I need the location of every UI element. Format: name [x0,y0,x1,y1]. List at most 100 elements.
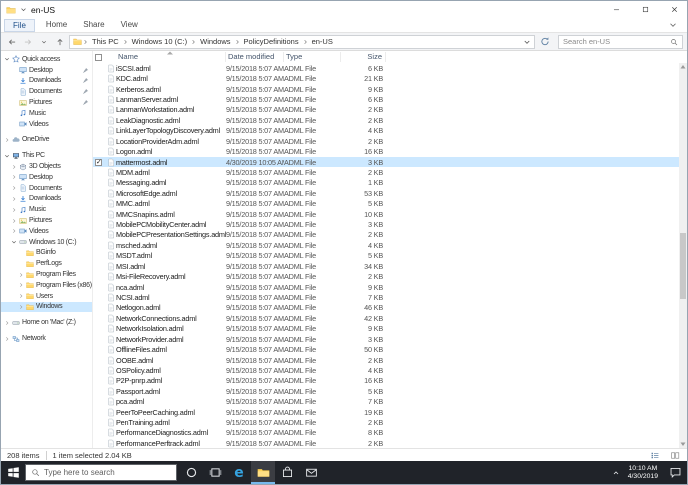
breadcrumb-item-en-us[interactable]: en-US [309,37,336,46]
file-row-pentraining-adml[interactable]: PenTraining.adml 9/15/2018 5:07 AM ADML Fi… [93,417,687,427]
file-row-networkisolation-adml[interactable]: NetworkIsolation.adml 9/15/2018 5:07 AM AD… [93,324,687,334]
address-dropdown-icon[interactable] [523,38,531,46]
large-icons-view-button[interactable] [669,450,681,461]
file-row-msched-adml[interactable]: msched.adml 9/15/2018 5:07 AM ADML File 4 K… [93,240,687,250]
file-row-mdm-adml[interactable]: MDM.adml 9/15/2018 5:07 AM ADML File 2 KB [93,167,687,177]
cortana-button[interactable] [179,461,203,484]
nav-item-downloads[interactable]: Downloads [1,194,92,205]
nav-item-this-pc[interactable]: This PC [1,150,92,161]
taskbar-clock[interactable]: 10:10 AM 4/30/2019 [623,465,663,481]
breadcrumb-separator-icon[interactable] [302,38,309,46]
file-row-microsoftedge-adml[interactable]: MicrosoftEdge.adml 9/15/2018 5:07 AM ADML … [93,188,687,198]
breadcrumb-item-policydefinitions[interactable]: PolicyDefinitions [241,37,302,46]
nav-item-perflogs[interactable]: PerfLogs [1,258,92,269]
file-row-msi-filerecovery-adml[interactable]: Msi-FileRecovery.adml 9/15/2018 5:07 AM AD… [93,271,687,281]
nav-item-documents[interactable]: Documents [1,183,92,194]
nav-item-music[interactable]: Music [1,204,92,215]
file-row-msdt-adml[interactable]: MSDT.adml 9/15/2018 5:07 AM ADML File 5 KB [93,251,687,261]
address-bar[interactable]: This PC Windows 10 (C:) Windows PolicyDefin… [69,34,535,49]
nav-item-home-on-mac-z[interactable]: Home on 'Mac' (Z:) [1,317,92,328]
nav-item-documents[interactable]: Documents [1,86,92,97]
details-view-button[interactable] [649,450,661,461]
file-row-messaging-adml[interactable]: Messaging.adml 9/15/2018 5:07 AM ADML File… [93,178,687,188]
expander-icon[interactable] [18,272,24,278]
column-header-size[interactable]: Size [341,52,386,62]
nav-item-music[interactable]: Music [1,108,92,119]
expand-ribbon-icon[interactable] [666,20,680,30]
file-row-mmc-adml[interactable]: MMC.adml 9/15/2018 5:07 AM ADML File 5 KB [93,198,687,208]
mail-button[interactable] [299,461,323,484]
scroll-down-icon[interactable] [679,440,687,448]
action-center-button[interactable] [663,461,687,484]
file-row-networkprovider-adml[interactable]: NetworkProvider.adml 9/15/2018 5:07 AM ADM… [93,334,687,344]
expander-icon[interactable] [11,218,17,224]
breadcrumb-item-windows[interactable]: Windows [197,37,233,46]
file-row-performancediagnostics-adml[interactable]: PerformanceDiagnostics.adml 9/15/2018 5:0… [93,428,687,438]
file-row-mattermost-adml[interactable]: mattermost.adml 4/30/2019 10:05 AMADML Fi… [93,156,687,168]
file-row-peertopeercaching-adml[interactable]: PeerToPeerCaching.adml 9/15/2018 5:07 AM A… [93,407,687,417]
file-row-nca-adml[interactable]: nca.adml 9/15/2018 5:07 AM ADML File 9 KB [93,282,687,292]
expander-icon[interactable] [11,174,17,180]
expander-icon[interactable] [11,196,17,202]
nav-item-network[interactable]: Network [1,333,92,344]
file-row-locationprovideradm-adml[interactable]: LocationProviderAdm.adml 9/15/2018 5:07 A… [93,136,687,146]
breadcrumb-item-this-pc[interactable]: This PC [89,37,122,46]
recent-locations-icon[interactable] [37,35,51,49]
breadcrumb-separator-icon[interactable] [234,38,241,46]
taskbar-search[interactable]: Type here to search [25,464,177,481]
task-view-button[interactable] [203,461,227,484]
nav-item-desktop[interactable]: Desktop [1,65,92,76]
file-row-passport-adml[interactable]: Passport.adml 9/15/2018 5:07 AM ADML File 5… [93,386,687,396]
file-row-pca-adml[interactable]: pca.adml 9/15/2018 5:07 AM ADML File 7 KB [93,397,687,407]
expander-icon[interactable] [11,164,17,170]
column-header-type[interactable]: Type [284,52,341,62]
expander-icon[interactable] [11,207,17,213]
nav-item-program-files-x86[interactable]: Program Files (x86) [1,280,92,291]
nav-item-windows[interactable]: Windows [1,301,92,313]
file-row-ncsi-adml[interactable]: NCSI.adml 9/15/2018 5:07 AM ADML File 7 KB [93,292,687,302]
file-row-performanceperftrack-adml[interactable]: PerformancePerftrack.adml 9/15/2018 5:07 … [93,438,687,448]
checkbox-checked[interactable] [95,158,102,166]
breadcrumb-item-windows-10-c[interactable]: Windows 10 (C:) [129,37,190,46]
nav-item-desktop[interactable]: Desktop [1,172,92,183]
expander-icon[interactable] [11,228,17,234]
tab-view[interactable]: View [113,19,146,32]
close-button[interactable] [662,1,687,18]
minimize-button[interactable] [604,1,629,18]
expander-icon[interactable] [4,336,10,342]
quick-access-toolbar-chevron-icon[interactable] [20,6,27,13]
file-row-logon-adml[interactable]: Logon.adml 9/15/2018 5:07 AM ADML File 16 K… [93,146,687,156]
expander-icon[interactable] [18,304,24,310]
up-button[interactable] [53,35,67,49]
start-button[interactable] [1,461,25,484]
file-row-kerberos-adml[interactable]: Kerberos.adml 9/15/2018 5:07 AM ADML File 9… [93,84,687,94]
tab-file[interactable]: File [4,18,35,32]
search-box[interactable]: Search en-US [558,34,683,49]
nav-item-program-files[interactable]: Program Files [1,269,92,280]
file-row-msi-adml[interactable]: MSI.adml 9/15/2018 5:07 AM ADML File 34 KB [93,261,687,271]
expander-icon[interactable] [4,137,10,143]
file-row-kdc-adml[interactable]: KDC.adml 9/15/2018 5:07 AM ADML File 21 KB [93,73,687,83]
nav-item-windows-10-c[interactable]: Windows 10 (C:) [1,237,92,248]
nav-item-3d-objects[interactable]: 3D Objects [1,161,92,172]
vertical-scrollbar[interactable] [679,63,687,448]
breadcrumb-separator-icon[interactable] [82,38,89,46]
file-row-mmcsnapins-adml[interactable]: MMCSnapins.adml 9/15/2018 5:07 AM ADML Fil… [93,209,687,219]
file-row-leakdiagnostic-adml[interactable]: LeakDiagnostic.adml 9/15/2018 5:07 AM ADML… [93,115,687,125]
file-row-lanmanworkstation-adml[interactable]: LanmanWorkstation.adml 9/15/2018 5:07 AM A… [93,105,687,115]
scrollbar-thumb[interactable] [680,233,686,299]
file-row-mobilepcmobilitycenter-adml[interactable]: MobilePCMobilityCenter.adml 9/15/2018 5:0… [93,219,687,229]
nav-item-videos[interactable]: Videos [1,226,92,237]
expander-icon[interactable] [11,185,17,191]
nav-item-downloads[interactable]: Downloads [1,76,92,87]
tab-home[interactable]: Home [38,19,75,32]
file-row-networkconnections-adml[interactable]: NetworkConnections.adml 9/15/2018 5:07 AM… [93,313,687,323]
nav-item-quick-access[interactable]: Quick access [1,54,92,65]
file-row-lanmanserver-adml[interactable]: LanmanServer.adml 9/15/2018 5:07 AM ADML F… [93,94,687,104]
file-row-p2p-pnrp-adml[interactable]: P2P-pnrp.adml 9/15/2018 5:07 AM ADML File 1… [93,376,687,386]
nav-item-users[interactable]: Users [1,291,92,302]
forward-button[interactable] [21,35,35,49]
expander-icon[interactable] [18,282,24,288]
edge-button[interactable]: e [227,461,251,484]
expander-icon[interactable] [18,293,24,299]
